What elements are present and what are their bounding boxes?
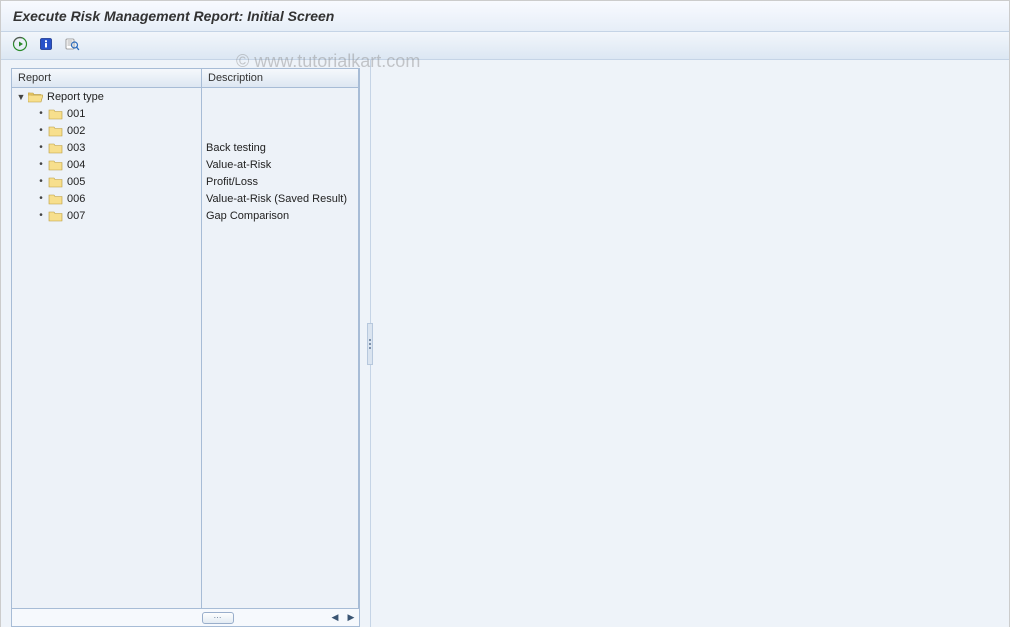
tree-item-label: 003 — [67, 142, 85, 154]
tree-item[interactable]: • 002 — [12, 122, 201, 139]
folder-icon — [48, 108, 63, 120]
tree-item[interactable]: • 004 — [12, 156, 201, 173]
folder-icon — [48, 176, 63, 188]
tree-item-label: 005 — [67, 176, 85, 188]
info-button[interactable] — [35, 36, 57, 56]
folder-open-icon — [28, 91, 43, 103]
tree-item-label: 001 — [67, 108, 85, 120]
bullet-icon: • — [36, 176, 46, 187]
display-object-icon — [64, 36, 80, 55]
window-title: Execute Risk Management Report: Initial … — [1, 1, 1009, 32]
tree-item-label: 004 — [67, 159, 85, 171]
description-cell: Gap Comparison — [202, 207, 358, 224]
tree-item[interactable]: • 006 — [12, 190, 201, 207]
bullet-icon: • — [36, 142, 46, 153]
config-button[interactable] — [61, 36, 83, 56]
folder-icon — [48, 193, 63, 205]
scroll-right-button[interactable]: ▶ — [343, 610, 359, 626]
description-column: Description Back testing Value-at-Risk P… — [202, 69, 359, 608]
description-cell: Profit/Loss — [202, 173, 358, 190]
bullet-icon: • — [36, 159, 46, 170]
tree-root[interactable]: ▼ Report type — [12, 88, 201, 105]
description-cell — [202, 105, 358, 122]
description-column-header[interactable]: Description — [202, 69, 358, 88]
right-panel — [371, 60, 1009, 627]
horizontal-scrollbar[interactable]: ◀ ▶ — [12, 608, 359, 626]
toolbar — [1, 32, 1009, 60]
tree-item[interactable]: • 003 — [12, 139, 201, 156]
scrollbar-handle[interactable] — [202, 612, 234, 624]
tree-item[interactable]: • 001 — [12, 105, 201, 122]
description-cell — [202, 122, 358, 139]
description-cell: Value-at-Risk — [202, 156, 358, 173]
folder-icon — [48, 210, 63, 222]
left-panel: Report ▼ Report type — [1, 60, 371, 627]
tree-item-label: 006 — [67, 193, 85, 205]
folder-icon — [48, 142, 63, 154]
folder-icon — [48, 125, 63, 137]
report-column-header[interactable]: Report — [12, 69, 201, 88]
tree-table: Report ▼ Report type — [11, 68, 360, 627]
execute-button[interactable] — [9, 36, 31, 56]
bullet-icon: • — [36, 108, 46, 119]
splitter-handle[interactable] — [367, 323, 373, 365]
tree-root-label: Report type — [47, 91, 104, 103]
folder-icon — [48, 159, 63, 171]
tree-item[interactable]: • 007 — [12, 207, 201, 224]
report-column: Report ▼ Report type — [12, 69, 202, 608]
description-cell: Value-at-Risk (Saved Result) — [202, 190, 358, 207]
bullet-icon: • — [36, 193, 46, 204]
execute-icon — [12, 36, 28, 55]
collapse-icon[interactable]: ▼ — [16, 92, 26, 102]
bullet-icon: • — [36, 125, 46, 136]
bullet-icon: • — [36, 210, 46, 221]
tree-item-label: 007 — [67, 210, 85, 222]
info-icon — [38, 36, 54, 55]
scroll-left-button[interactable]: ◀ — [327, 610, 343, 626]
description-cell — [202, 88, 358, 105]
tree-item[interactable]: • 005 — [12, 173, 201, 190]
content-area: Report ▼ Report type — [1, 60, 1009, 627]
description-cell: Back testing — [202, 139, 358, 156]
tree-item-label: 002 — [67, 125, 85, 137]
